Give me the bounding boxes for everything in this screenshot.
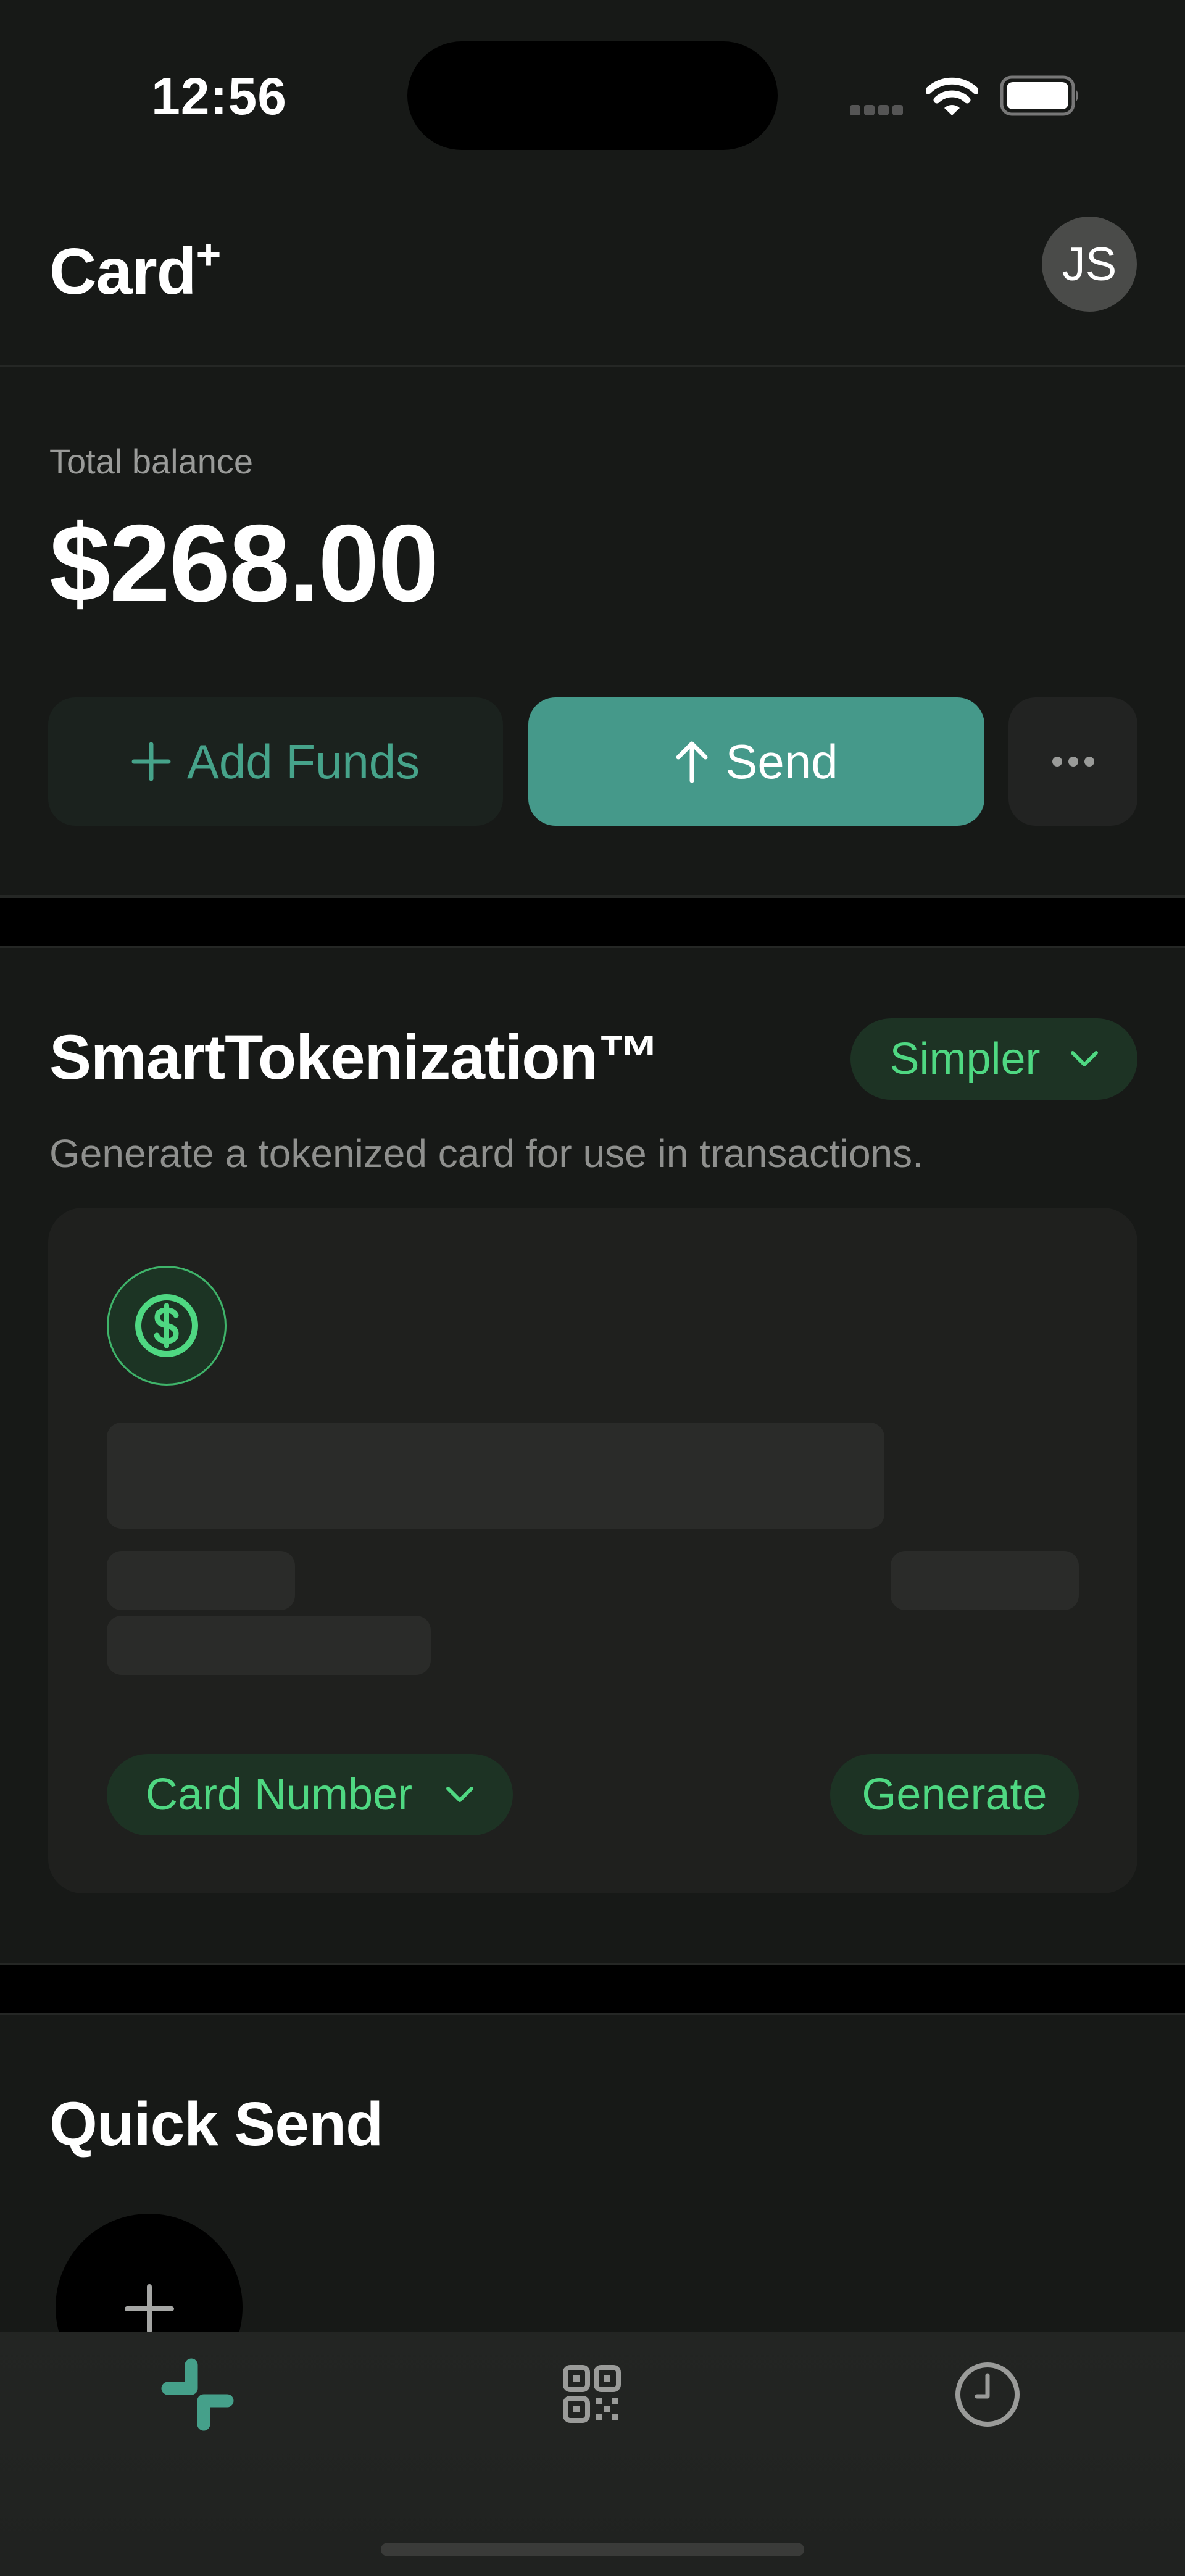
- card-holder-placeholder: [107, 1616, 431, 1675]
- card-field-dropdown[interactable]: Card Number: [107, 1754, 513, 1835]
- battery-icon: [1000, 75, 1078, 116]
- header-divider: [0, 365, 1185, 367]
- card-expiry-placeholder: [107, 1551, 295, 1610]
- section-divider: [0, 2013, 1185, 2015]
- section-gap: [0, 898, 1185, 946]
- add-funds-label: Add Funds: [186, 734, 420, 789]
- card-field-dropdown-value: Card Number: [145, 1770, 413, 1819]
- chevron-down-icon: [446, 1787, 474, 1802]
- balance-value: $268.00: [49, 502, 439, 625]
- plus-icon: [124, 2283, 174, 2333]
- section-divider: [0, 946, 1185, 948]
- mode-dropdown[interactable]: Simpler: [850, 1018, 1137, 1100]
- app-name: Card: [49, 235, 197, 308]
- chevron-down-icon: [1070, 1051, 1098, 1066]
- add-funds-button[interactable]: Add Funds: [48, 697, 503, 826]
- app-name-plus: +: [196, 230, 222, 278]
- dollar-circle-icon: [107, 1266, 227, 1386]
- avatar[interactable]: JS: [1042, 217, 1137, 312]
- dynamic-island: [407, 41, 778, 150]
- cellular-signal-icon: [850, 105, 903, 115]
- card-cvv-placeholder: [891, 1551, 1079, 1610]
- send-button[interactable]: Send: [528, 697, 984, 826]
- status-time: 12:56: [151, 67, 287, 125]
- tab-history[interactable]: [947, 2354, 1028, 2435]
- send-label: Send: [725, 734, 838, 789]
- tab-qr-code[interactable]: [552, 2354, 633, 2435]
- quick-send-title: Quick Send: [49, 2090, 383, 2159]
- card-number-placeholder: [107, 1423, 884, 1529]
- balance-label: Total balance: [49, 442, 254, 481]
- tab-home[interactable]: [157, 2354, 238, 2435]
- clock-history-icon: [955, 2362, 1020, 2427]
- tokenization-title: SmartTokenization™: [49, 1022, 660, 1092]
- wifi-icon: [926, 77, 978, 115]
- home-indicator[interactable]: [381, 2543, 804, 2556]
- ellipsis-icon: [1052, 757, 1094, 767]
- section-gap: [0, 1965, 1185, 2013]
- more-options-button[interactable]: [1008, 697, 1137, 826]
- plus-icon: [131, 742, 171, 781]
- generate-button[interactable]: Generate: [830, 1754, 1079, 1835]
- arrow-up-icon: [675, 740, 709, 783]
- mode-dropdown-value: Simpler: [889, 1034, 1041, 1084]
- tokenization-subtitle: Generate a tokenized card for use in tra…: [49, 1131, 923, 1176]
- qr-code-icon: [563, 2365, 621, 2423]
- app-title: Card+: [49, 230, 221, 309]
- home-logo-icon: [161, 2358, 234, 2431]
